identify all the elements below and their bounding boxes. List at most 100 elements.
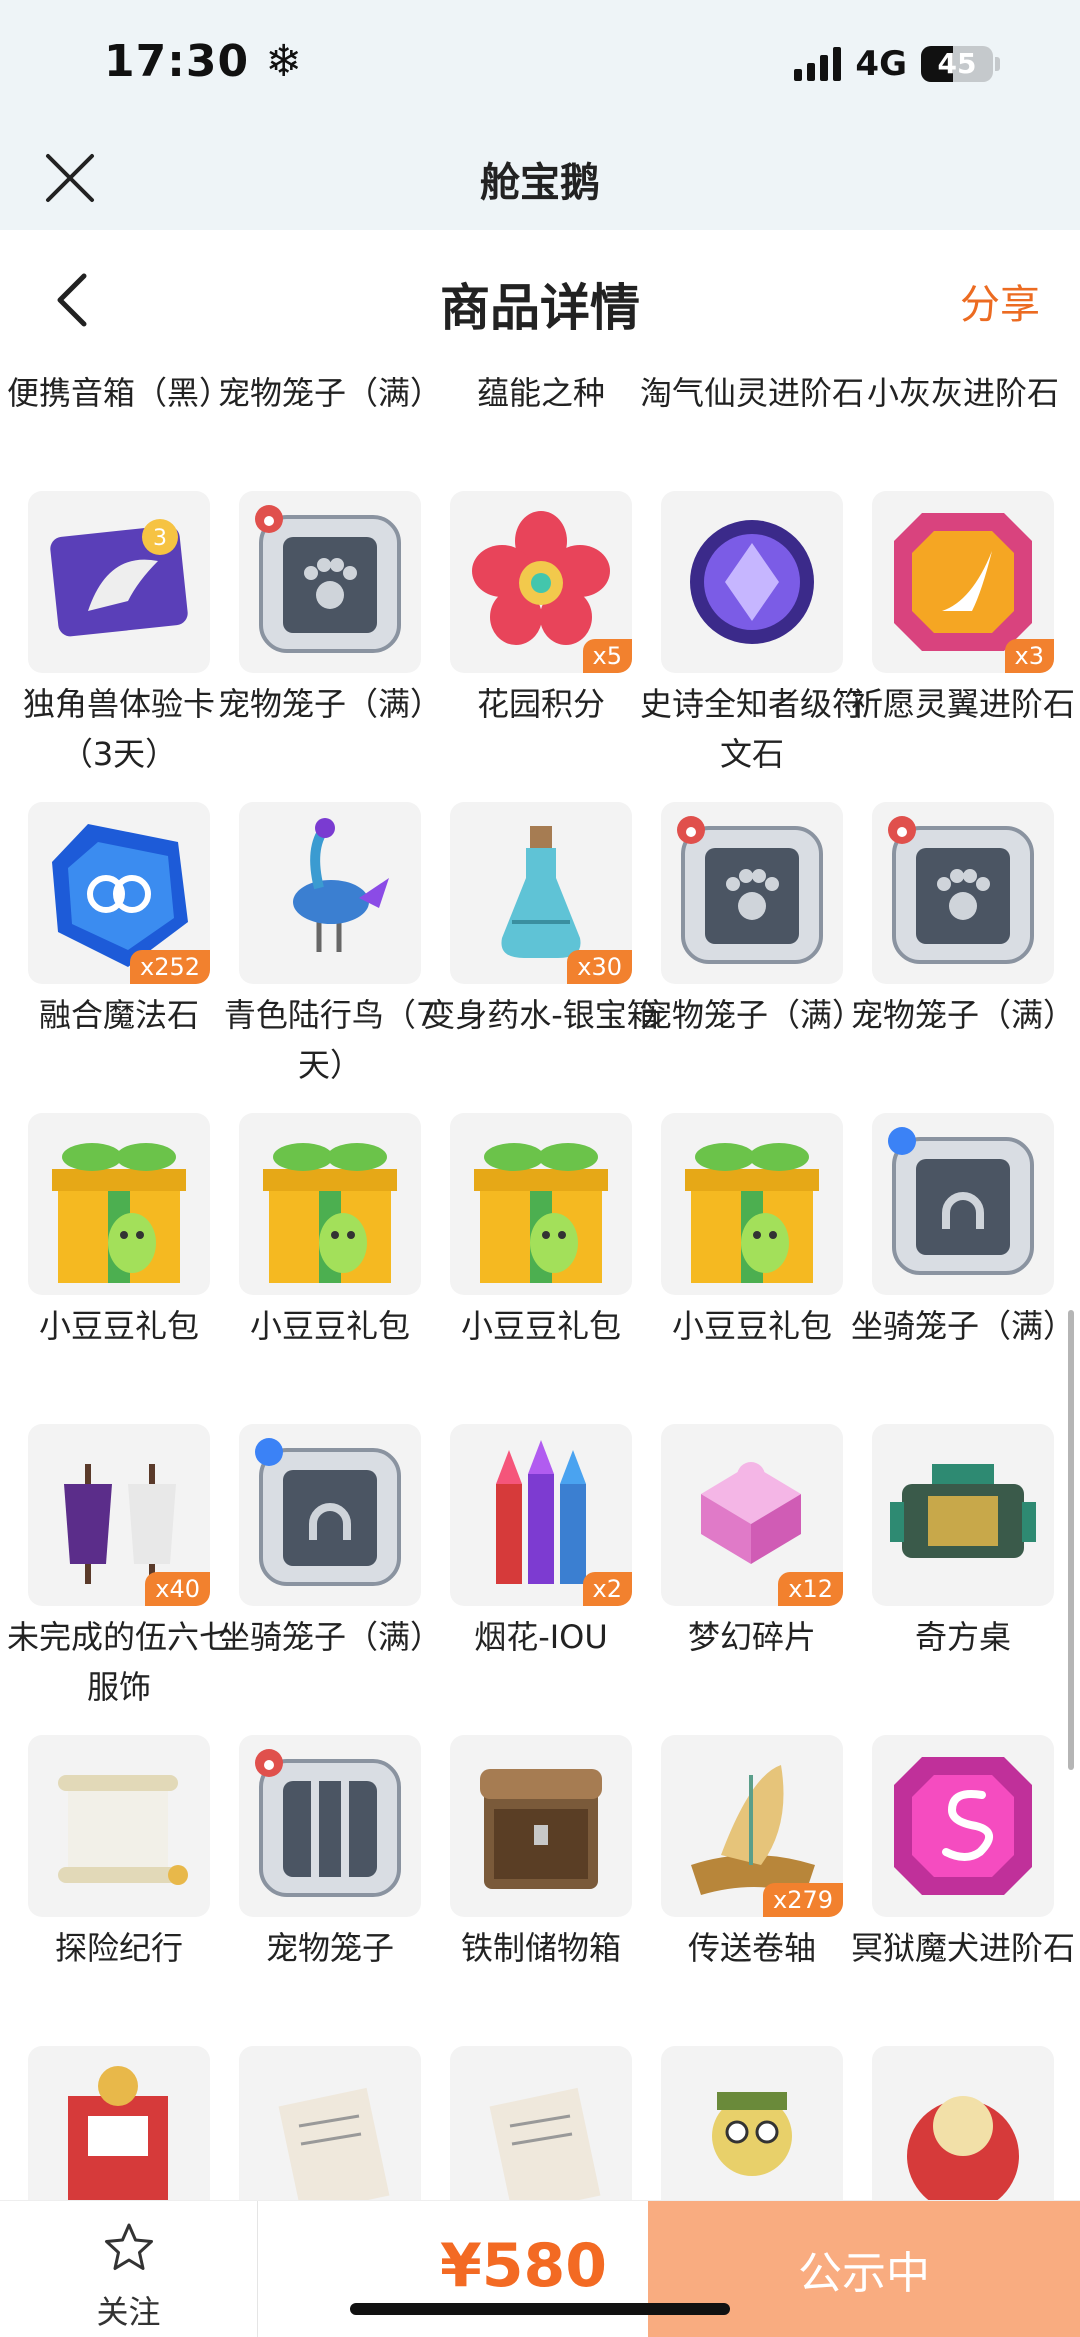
public-status-label: 公示中 [798, 2248, 930, 2299]
grid-item[interactable]: 宠物笼子（满） [640, 802, 864, 1102]
item-image: x5 [450, 491, 632, 673]
grid-item[interactable]: x40 未完成的伍六七服饰 [7, 1424, 231, 1724]
item-image: x252 [28, 802, 210, 984]
grid-item[interactable]: 冥狱魔犬进阶石 [851, 1735, 1075, 2035]
price: ¥580 [440, 2231, 607, 2301]
item-image [872, 1735, 1054, 1917]
app-title: 舱宝鹅 [480, 160, 600, 206]
grid-item[interactable]: 青色陆行鸟（7天） [221, 802, 436, 1102]
grid-item[interactable] [10, 2046, 220, 2200]
item-label: 坐骑笼子（满） [850, 1307, 1075, 1345]
item-image: x12 [661, 1424, 843, 1606]
item-image [239, 1735, 421, 1917]
grid-row: x40 未完成的伍六七服饰 坐骑笼子（满） x2 烟花-IOU x12 梦幻碎片 奇方桌 [0, 1424, 1080, 1735]
item-image [872, 1424, 1054, 1606]
grid-item[interactable]: x12 梦幻碎片 [643, 1424, 853, 1724]
item-image [239, 491, 421, 673]
grid-item[interactable]: x2 烟花-IOU [432, 1424, 642, 1724]
item-label: 宠物笼子（满） [217, 374, 442, 412]
item-label: 坐骑笼子（满） [217, 1618, 442, 1656]
item-grid[interactable]: 便携音箱（黑）宠物笼子（满）x7蕴能之种x11淘气仙灵进阶石x6小灰灰进阶石3独… [0, 370, 1080, 2200]
s-gem-icon [894, 1757, 1032, 1895]
app-bar: 舱宝鹅 [0, 130, 1080, 230]
quantity-badge: x30 [567, 950, 632, 984]
gift-card-icon [68, 2066, 168, 2200]
item-label: 变身药水-银宝箱 [423, 996, 659, 1034]
quantity-badge: x12 [778, 1572, 843, 1606]
grid-item[interactable]: x5 花园积分 [432, 491, 642, 791]
scroll-icon [58, 1775, 188, 1885]
item-label: 宠物笼子 [265, 1929, 394, 1967]
home-indicator [350, 2303, 730, 2315]
grid-item[interactable]: 便携音箱（黑） [7, 370, 231, 480]
share-button[interactable]: 分享 [960, 272, 1040, 330]
pet-cage-icon [677, 816, 823, 964]
item-image: x2 [450, 1424, 632, 1606]
grid-item[interactable]: 3 独角兽体验卡（3天） [10, 491, 220, 791]
grid-row: 3 独角兽体验卡（3天） 宠物笼子（满） x5 花园积分 史诗全知者级符文石 x3 祈愿灵翼进… [0, 491, 1080, 802]
grid-item[interactable]: 宠物笼子（满） [218, 491, 442, 791]
grid-item[interactable]: 小豆豆礼包 [432, 1113, 642, 1413]
rune-stone-icon [690, 520, 814, 644]
item-label: 花园积分 [476, 685, 605, 723]
star-icon [105, 2223, 153, 2270]
item-image [28, 1735, 210, 1917]
item-label: 传送卷轴 [687, 1929, 816, 1967]
item-image [28, 2046, 210, 2200]
page-header: 商品详情 分享 [0, 230, 1080, 370]
public-status-button[interactable]: 公示中 [648, 2201, 1080, 2337]
item-label: 独角兽体验卡（3天） [22, 685, 215, 773]
item-label: 探险纪行 [54, 1929, 183, 1967]
grid-item[interactable]: 小豆豆礼包 [10, 1113, 220, 1413]
letter-icon [489, 2087, 601, 2200]
grid-item[interactable]: 坐骑笼子（满） [218, 1424, 442, 1724]
grid-item[interactable]: x252 融合魔法石 [10, 802, 220, 1102]
svg-text:3: 3 [153, 526, 167, 551]
scrollbar[interactable] [1068, 1310, 1074, 1770]
quantity-badge: x252 [129, 950, 210, 984]
item-image [872, 802, 1054, 984]
grid-item[interactable]: 宠物笼子（满） [218, 370, 442, 480]
grid-item[interactable] [643, 2046, 853, 2200]
grid-item[interactable]: 宠物笼子 [221, 1735, 431, 2035]
grid-item[interactable]: 探险纪行 [10, 1735, 220, 2035]
item-image: x279 [661, 1735, 843, 1917]
grid-item[interactable]: 宠物笼子（满） [851, 802, 1075, 1102]
pet-cage-icon [255, 505, 401, 653]
item-image [872, 2046, 1054, 2200]
item-image: x40 [28, 1424, 210, 1606]
grid-item[interactable]: x6小灰灰进阶石 [854, 370, 1064, 480]
item-label: 便携音箱（黑） [6, 374, 231, 412]
status-time-text: 17:30 [104, 36, 250, 87]
grid-item[interactable] [432, 2046, 642, 2200]
grid-item[interactable]: x279 传送卷轴 [643, 1735, 853, 2035]
grid-item[interactable]: x7蕴能之种 [432, 370, 642, 480]
item-image [239, 1113, 421, 1295]
grid-item[interactable]: x3 祈愿灵翼进阶石 [851, 491, 1075, 791]
follow-button[interactable]: 关注 [0, 2201, 258, 2337]
grid-item[interactable] [221, 2046, 431, 2200]
grid-item[interactable]: 铁制储物箱 [432, 1735, 642, 2035]
grid-row [0, 2046, 1080, 2200]
page-title: 商品详情 [440, 279, 640, 337]
snowflake-icon: ❄ [249, 36, 304, 87]
item-image: x3 [872, 491, 1054, 673]
gift-box-icon [685, 1143, 819, 1283]
item-image [450, 1735, 632, 1917]
grid-item[interactable]: x11淘气仙灵进阶石 [640, 370, 864, 480]
grid-item[interactable] [854, 2046, 1064, 2200]
grid-item[interactable]: x30 变身药水-银宝箱 [423, 802, 659, 1102]
grid-item[interactable]: 小豆豆礼包 [643, 1113, 853, 1413]
item-label: 烟花-IOU [474, 1618, 608, 1656]
item-label: 淘气仙灵进阶石 [639, 374, 864, 412]
grid-item[interactable]: 史诗全知者级符文石 [640, 491, 864, 791]
grid-item[interactable]: 奇方桌 [854, 1424, 1064, 1724]
signal-icon [794, 47, 842, 81]
item-image [450, 2046, 632, 2200]
gift-box-icon [52, 1143, 186, 1283]
item-label: 小豆豆礼包 [460, 1307, 621, 1345]
grid-row: 探险纪行 宠物笼子 铁制储物箱 x279 传送卷轴 冥狱魔犬进阶石 [0, 1735, 1080, 2046]
gift-box-icon [263, 1143, 397, 1283]
grid-item[interactable]: 坐骑笼子（满） [851, 1113, 1075, 1413]
grid-item[interactable]: 小豆豆礼包 [221, 1113, 431, 1413]
